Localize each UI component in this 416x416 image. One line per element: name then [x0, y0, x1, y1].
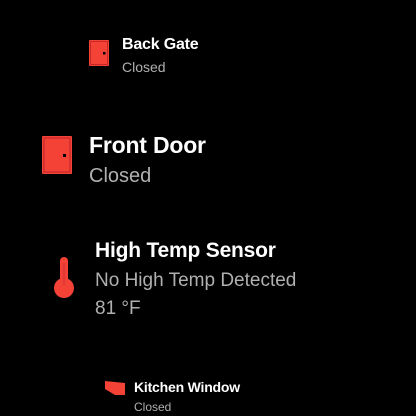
device-title: High Temp Sensor [95, 239, 276, 262]
door-icon [42, 136, 72, 179]
device-status: Closed [89, 165, 152, 187]
device-status: Closed [122, 59, 166, 75]
temperature-reading: 81 °F [95, 298, 141, 319]
door-icon [89, 40, 109, 71]
window-icon [105, 381, 125, 400]
device-item-back-gate[interactable]: Back Gate Closed [0, 28, 416, 80]
device-status: No High Temp Detected [95, 270, 297, 291]
device-title: Kitchen Window [134, 379, 240, 395]
device-item-high-temp-sensor[interactable]: High Temp Sensor No High Temp Detected 8… [0, 232, 416, 324]
device-list-screen: Back Gate Closed Front Door Closed High … [0, 0, 416, 416]
device-status: Closed [134, 400, 172, 414]
device-title: Front Door [89, 132, 206, 158]
thermometer-icon [52, 257, 76, 304]
device-title: Back Gate [122, 36, 199, 53]
device-item-front-door[interactable]: Front Door Closed [0, 126, 416, 196]
device-item-kitchen-window[interactable]: Kitchen Window Closed [0, 370, 416, 416]
